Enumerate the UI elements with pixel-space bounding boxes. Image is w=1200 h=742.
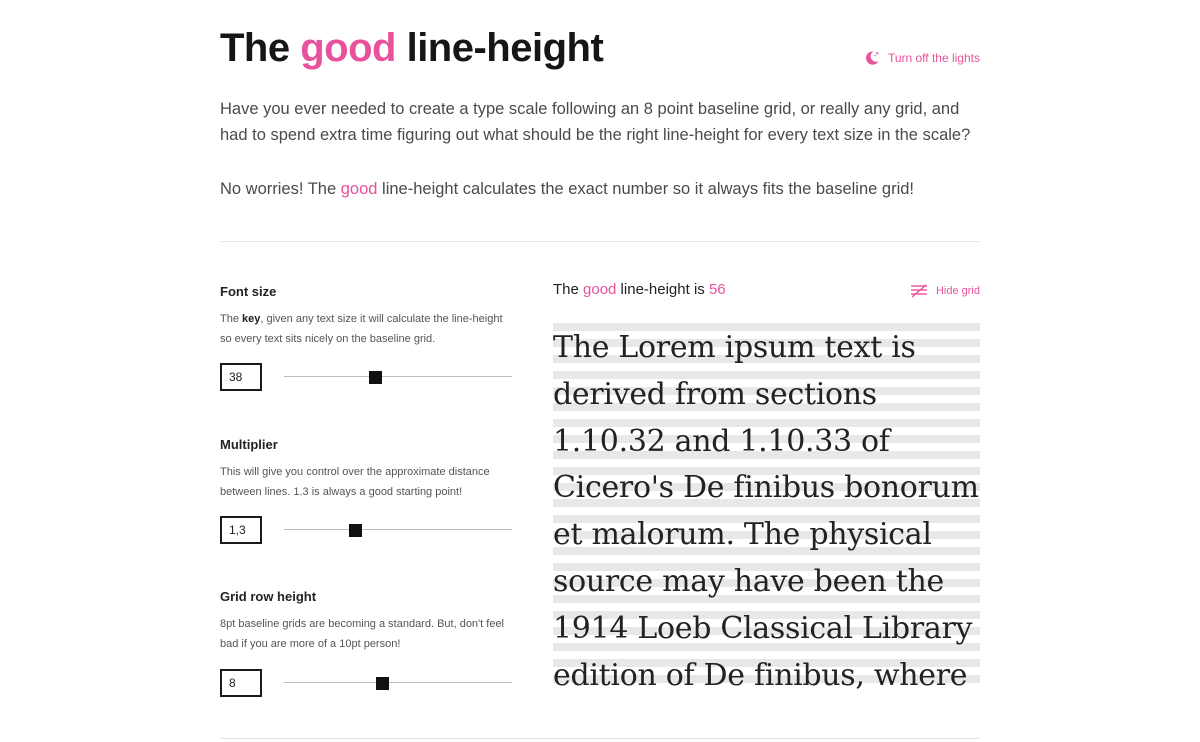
intro2-accent: good	[340, 180, 378, 198]
result-heading: The good line-height is 56	[553, 281, 726, 298]
font-size-control: Font size The key, given any text size i…	[220, 284, 512, 349]
multiplier-row	[220, 516, 512, 544]
multiplier-input[interactable]	[220, 516, 262, 544]
font-size-desc-key: key	[242, 313, 261, 325]
section-divider	[220, 241, 980, 242]
grid-row-height-description: 8pt baseline grids are becoming a standa…	[220, 618, 505, 650]
title-post: line-height	[395, 26, 604, 70]
turn-off-lights-label: Turn off the lights	[887, 51, 980, 65]
grid-lines-icon	[910, 284, 927, 298]
grid-row-height-slider-track	[284, 682, 512, 683]
font-size-desc-pre: The	[220, 313, 243, 325]
font-size-label: Font size	[220, 284, 277, 299]
result-post: line-height is	[616, 281, 709, 298]
intro-paragraph: Have you ever needed to create a type sc…	[220, 100, 971, 144]
grid-row-height-slider-thumb[interactable]	[376, 677, 389, 690]
grid-row-height-input[interactable]	[220, 669, 262, 697]
font-size-slider[interactable]	[284, 363, 512, 391]
result-value: 56	[708, 281, 726, 298]
title-accent: good	[300, 26, 396, 70]
page-content: The good line-height Turn off the lights…	[220, 0, 980, 742]
multiplier-label: Multiplier	[220, 437, 278, 452]
intro2-pre: No worries! The	[220, 180, 341, 198]
font-size-input[interactable]	[220, 363, 262, 391]
font-size-row	[220, 363, 512, 391]
multiplier-slider-thumb[interactable]	[349, 524, 362, 537]
intro-paragraph-2: No worries! The good line-height calcula…	[220, 176, 980, 202]
grid-row-height-slider[interactable]	[284, 669, 512, 697]
multiplier-control: Multiplier This will give you control ov…	[220, 437, 512, 502]
intro2-post: line-height calculates the exact number …	[377, 180, 915, 198]
grid-row-height-label: Grid row height	[220, 589, 317, 604]
multiplier-description: This will give you control over the appr…	[220, 466, 490, 498]
multiplier-slider-track	[284, 529, 512, 530]
baseline-grid-preview: The Lorem ipsum text is derived from sec…	[553, 323, 980, 693]
page-title: The good line-height	[220, 26, 604, 71]
font-size-slider-thumb[interactable]	[369, 371, 382, 384]
multiplier-slider[interactable]	[284, 516, 512, 544]
font-size-slider-track	[284, 376, 512, 377]
grid-row-height-row	[220, 669, 512, 697]
moon-icon	[865, 51, 879, 65]
bottom-divider	[220, 738, 980, 739]
turn-off-lights-button[interactable]: Turn off the lights	[864, 50, 980, 66]
result-pre: The	[553, 281, 584, 298]
grid-row-height-control: Grid row height 8pt baseline grids are b…	[220, 589, 512, 654]
font-size-desc-post: , given any text size it will calculate …	[220, 313, 503, 345]
result-accent: good	[583, 281, 617, 298]
title-pre: The	[220, 26, 301, 70]
hide-grid-button[interactable]: Hide grid	[910, 284, 980, 298]
preview-sample-text: The Lorem ipsum text is derived from sec…	[553, 330, 979, 693]
font-size-description: The key, given any text size it will cal…	[220, 309, 512, 349]
hide-grid-label: Hide grid	[935, 285, 980, 297]
